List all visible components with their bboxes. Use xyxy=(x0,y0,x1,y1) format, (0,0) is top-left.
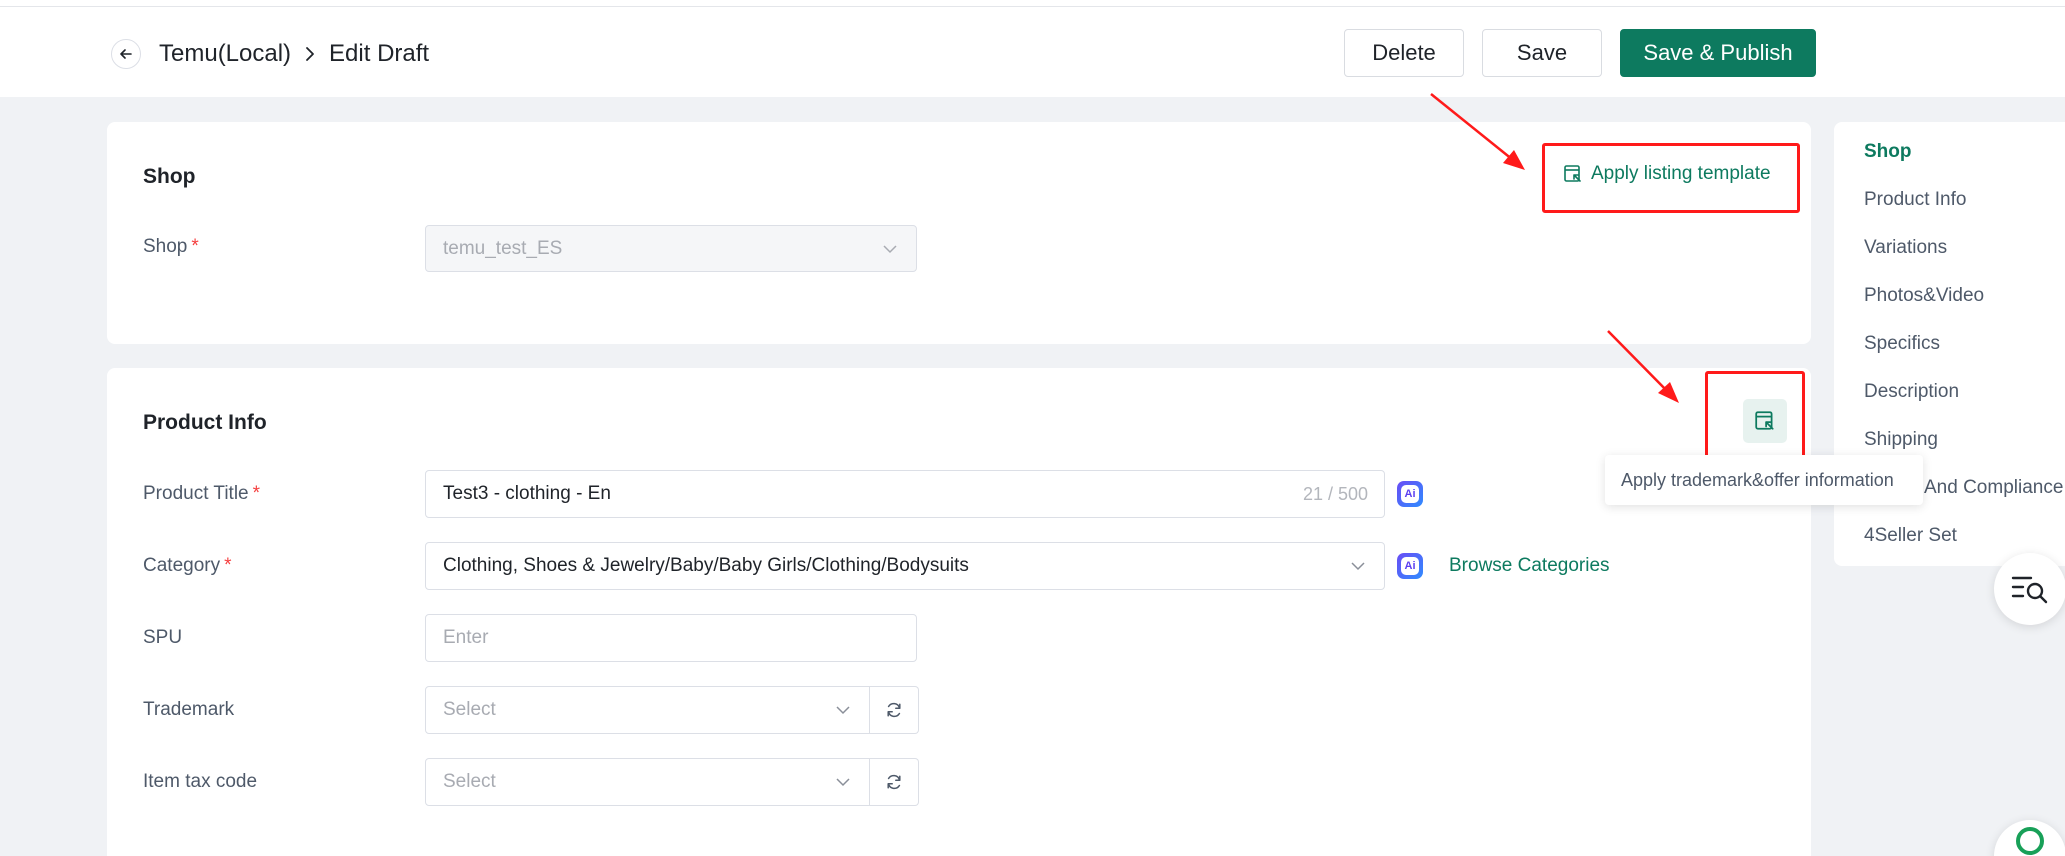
chevron-down-icon xyxy=(835,705,851,715)
tooltip: Apply trademark&offer information xyxy=(1605,455,1923,505)
nav-item-specifics[interactable]: Specifics xyxy=(1864,333,1940,355)
top-border xyxy=(0,0,2065,7)
breadcrumb: Temu(Local) Edit Draft xyxy=(159,40,429,68)
shop-field-label: Shop * xyxy=(143,236,199,257)
trademark-placeholder: Select xyxy=(443,699,496,720)
search-list-icon xyxy=(2011,576,2048,604)
apply-listing-template-label: Apply listing template xyxy=(1591,163,1771,184)
nav-item-variations[interactable]: Variations xyxy=(1864,237,1947,259)
apply-listing-template-button[interactable]: Apply listing template xyxy=(1563,163,1771,185)
shop-card-title: Shop xyxy=(143,165,196,188)
chevron-down-icon xyxy=(882,244,898,254)
item-tax-code-placeholder: Select xyxy=(443,771,496,792)
shop-select[interactable]: temu_test_ES xyxy=(425,225,917,272)
back-arrow-icon xyxy=(120,49,132,59)
back-button[interactable] xyxy=(111,39,141,69)
browse-categories-link[interactable]: Browse Categories xyxy=(1449,555,1610,577)
nav-item-shipping[interactable]: Shipping xyxy=(1864,429,1938,451)
category-value: Clothing, Shoes & Jewelry/Baby/Baby Girl… xyxy=(443,555,969,576)
char-count: 21 / 500 xyxy=(1302,483,1368,504)
product-title-label: Product Title * xyxy=(143,483,261,504)
product-info-card: Product Info xyxy=(107,368,1811,856)
chevron-right-icon xyxy=(303,45,317,63)
chevron-down-icon xyxy=(1350,561,1366,571)
apply-trademark-offer-button[interactable] xyxy=(1743,399,1787,443)
nav-item-shop[interactable]: Shop xyxy=(1864,141,1912,163)
category-select[interactable]: Clothing, Shoes & Jewelry/Baby/Baby Girl… xyxy=(425,542,1385,590)
template-icon xyxy=(1564,165,1581,182)
shop-card: Shop xyxy=(107,122,1811,344)
product-title-input[interactable]: Test3 - clothing - En 21 / 500 xyxy=(425,470,1385,518)
save-button[interactable]: Save xyxy=(1482,29,1602,77)
shop-select-value: temu_test_ES xyxy=(443,237,563,259)
trademark-refresh-button[interactable] xyxy=(870,686,919,734)
nav-item-product-info[interactable]: Product Info xyxy=(1864,189,1966,211)
trademark-label: Trademark xyxy=(143,699,235,720)
nav-item-photos-video[interactable]: Photos&Video xyxy=(1864,285,1984,307)
chevron-down-icon xyxy=(835,777,851,787)
refresh-icon xyxy=(887,702,901,718)
category-label: Category * xyxy=(143,555,232,576)
item-tax-code-select[interactable]: Select xyxy=(425,758,870,806)
chat-icon xyxy=(2016,827,2044,855)
page-header: Temu(Local) Edit Draft Delete Save Save … xyxy=(0,7,2065,97)
refresh-icon xyxy=(887,774,901,790)
item-tax-code-label: Item tax code xyxy=(143,771,258,792)
product-info-title: Product Info xyxy=(143,411,267,434)
save-publish-button[interactable]: Save & Publish xyxy=(1620,29,1816,77)
item-tax-code-refresh-button[interactable] xyxy=(870,758,919,806)
template-icon xyxy=(1755,411,1774,430)
spu-input[interactable]: Enter xyxy=(425,614,917,662)
ai-icon[interactable]: Ai xyxy=(1396,480,1424,508)
spu-label: SPU xyxy=(143,627,183,648)
delete-button[interactable]: Delete xyxy=(1344,29,1464,77)
trademark-select[interactable]: Select xyxy=(425,686,870,734)
help-chat-button[interactable] xyxy=(1994,820,2065,856)
nav-item-description[interactable]: Description xyxy=(1864,381,1959,403)
breadcrumb-root[interactable]: Temu(Local) xyxy=(159,40,291,68)
breadcrumb-current: Edit Draft xyxy=(329,40,430,67)
ai-icon[interactable]: Ai xyxy=(1396,552,1424,580)
nav-item-compliance[interactable]: And Compliance xyxy=(1924,477,2063,499)
search-list-button[interactable] xyxy=(1994,553,2065,625)
nav-item-4seller-set[interactable]: 4Seller Set xyxy=(1864,525,1957,547)
product-title-value: Test3 - clothing - En xyxy=(443,483,611,504)
spu-placeholder: Enter xyxy=(443,627,489,648)
